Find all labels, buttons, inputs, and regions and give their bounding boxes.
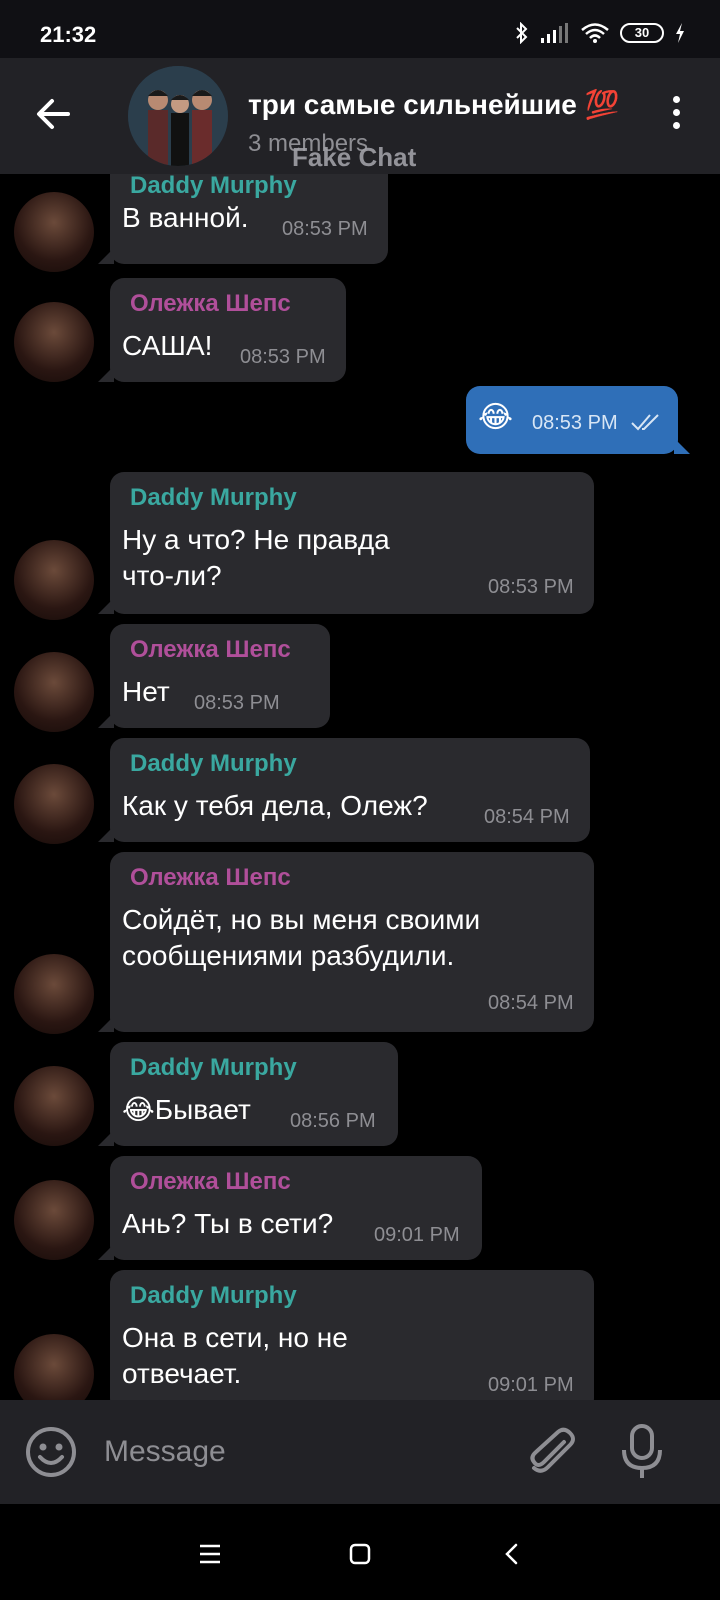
outgoing-message-bubble[interactable]: 😂 08:53 PM (466, 386, 690, 454)
system-nav-bar (0, 1504, 720, 1600)
smiley-icon (26, 1427, 76, 1477)
bubble-tail (98, 826, 114, 842)
emoji-button[interactable] (24, 1425, 78, 1479)
sender-avatar[interactable] (14, 1334, 94, 1400)
double-check-icon (631, 414, 659, 431)
message-time: 08:54 PM (488, 992, 574, 1014)
group-photo (128, 66, 228, 166)
message-text: Сойдёт, но вы меня своими сообщениями ра… (122, 904, 481, 971)
back-button[interactable] (30, 90, 78, 138)
message-bubble[interactable]: Daddy Murphy В ванной. 08:53 PM (98, 174, 388, 264)
sender-name[interactable]: Daddy Murphy (130, 750, 297, 778)
message-text: Как у тебя дела, Олеж? (122, 790, 428, 821)
sender-name[interactable]: Daddy Murphy (130, 174, 297, 200)
status-icons: 30 (514, 22, 686, 44)
message-bubble[interactable]: Олежка Шепс Нет 08:53 PM (98, 624, 330, 728)
bubble-tail (98, 712, 114, 728)
sender-avatar[interactable] (14, 652, 94, 732)
sender-avatar[interactable] (14, 302, 94, 382)
bubble-tail (98, 598, 114, 614)
status-bar: 21:32 30 (0, 0, 720, 58)
message-text: Ну а что? Не правда что-ли? (122, 524, 390, 591)
message-bubble[interactable]: Daddy Murphy Ну а что? Не правда что-ли?… (98, 472, 594, 614)
message-composer (0, 1400, 720, 1504)
chevron-left-icon (505, 1543, 518, 1565)
message-bubble[interactable]: Олежка Шепс Сойдёт, но вы меня своими со… (98, 852, 594, 1032)
message-input[interactable] (104, 1430, 484, 1474)
sender-name[interactable]: Олежка Шепс (130, 1168, 291, 1196)
sender-name[interactable]: Олежка Шепс (130, 636, 291, 664)
message-text: Она в сети, но не отвечает. (122, 1322, 348, 1389)
home-button[interactable] (340, 1534, 380, 1574)
sender-avatar[interactable] (14, 764, 94, 844)
battery-level: 30 (634, 25, 650, 40)
sender-name[interactable]: Daddy Murphy (130, 1282, 297, 1310)
more-menu-button[interactable] (666, 96, 686, 136)
message-bubble[interactable]: Daddy Murphy 😂Бывает 08:56 PM (98, 1042, 398, 1146)
message-time: 08:53 PM (240, 346, 326, 368)
message-text: САША! (122, 330, 213, 361)
message-bubble[interactable]: Daddy Murphy Она в сети, но не отвечает.… (98, 1270, 594, 1400)
message-time: 09:01 PM (374, 1224, 460, 1246)
recents-button[interactable] (190, 1534, 230, 1574)
sender-avatar[interactable] (14, 954, 94, 1034)
message-bubble[interactable]: Олежка Шепс САША! 08:53 PM (98, 278, 346, 382)
bubble-tail (98, 1244, 114, 1260)
microphone-button[interactable] (616, 1422, 668, 1482)
message-text: Ань? Ты в сети? (122, 1208, 334, 1239)
wifi-icon (581, 23, 609, 43)
bubble-tail (674, 438, 690, 454)
chat-header: три самые сильнейшие 💯 3 members Fake Ch… (0, 58, 720, 174)
sender-avatar[interactable] (14, 1066, 94, 1146)
message-text: Нет (122, 676, 170, 707)
message-emoji: 😂 (478, 401, 514, 434)
message-bubble[interactable]: Daddy Murphy Как у тебя дела, Олеж? 08:5… (98, 738, 590, 842)
microphone-icon (622, 1424, 662, 1478)
message-time: 08:53 PM (194, 692, 280, 714)
menu-lines-icon (200, 1544, 220, 1564)
message-time: 08:56 PM (290, 1110, 376, 1132)
status-time: 21:32 (40, 22, 97, 47)
sender-name[interactable]: Олежка Шепс (130, 864, 291, 892)
back-nav-button[interactable] (492, 1534, 532, 1574)
attach-button[interactable] (524, 1424, 580, 1480)
message-time: 08:53 PM (488, 576, 574, 598)
message-list[interactable]: Daddy Murphy В ванной. 08:53 PM Олежка Ш… (0, 174, 720, 1400)
message-time: 09:01 PM (488, 1374, 574, 1396)
chat-title[interactable]: три самые сильнейшие 💯 (248, 88, 620, 121)
bubble-tail (98, 1016, 114, 1032)
message-time: 08:53 PM (532, 412, 618, 434)
sender-avatar[interactable] (14, 540, 94, 620)
dot-icon (672, 109, 680, 116)
message-time: 08:53 PM (282, 218, 368, 240)
sender-name[interactable]: Daddy Murphy (130, 484, 297, 512)
group-avatar[interactable] (128, 66, 228, 166)
arrow-left-icon (37, 99, 70, 129)
message-text: 😂Бывает (122, 1094, 251, 1125)
charging-icon (676, 23, 684, 43)
sender-name[interactable]: Daddy Murphy (130, 1054, 297, 1082)
sender-name[interactable]: Олежка Шепс (130, 290, 291, 318)
battery-indicator: 30 (620, 23, 664, 43)
bubble-tail (98, 1130, 114, 1146)
signal-icon (541, 23, 568, 43)
square-icon (349, 1543, 371, 1565)
bubble-tail (98, 366, 114, 382)
bubble-tail (98, 248, 114, 264)
bluetooth-icon (516, 22, 528, 44)
paperclip-icon (530, 1427, 575, 1473)
dot-icon (672, 122, 680, 129)
watermark: Fake Chat (292, 142, 417, 172)
message-bubble[interactable]: Олежка Шепс Ань? Ты в сети? 09:01 PM (98, 1156, 482, 1260)
message-time: 08:54 PM (484, 806, 570, 828)
dot-icon (672, 96, 680, 103)
sender-avatar[interactable] (14, 192, 94, 272)
sender-avatar[interactable] (14, 1180, 94, 1260)
message-text: В ванной. (122, 202, 249, 233)
